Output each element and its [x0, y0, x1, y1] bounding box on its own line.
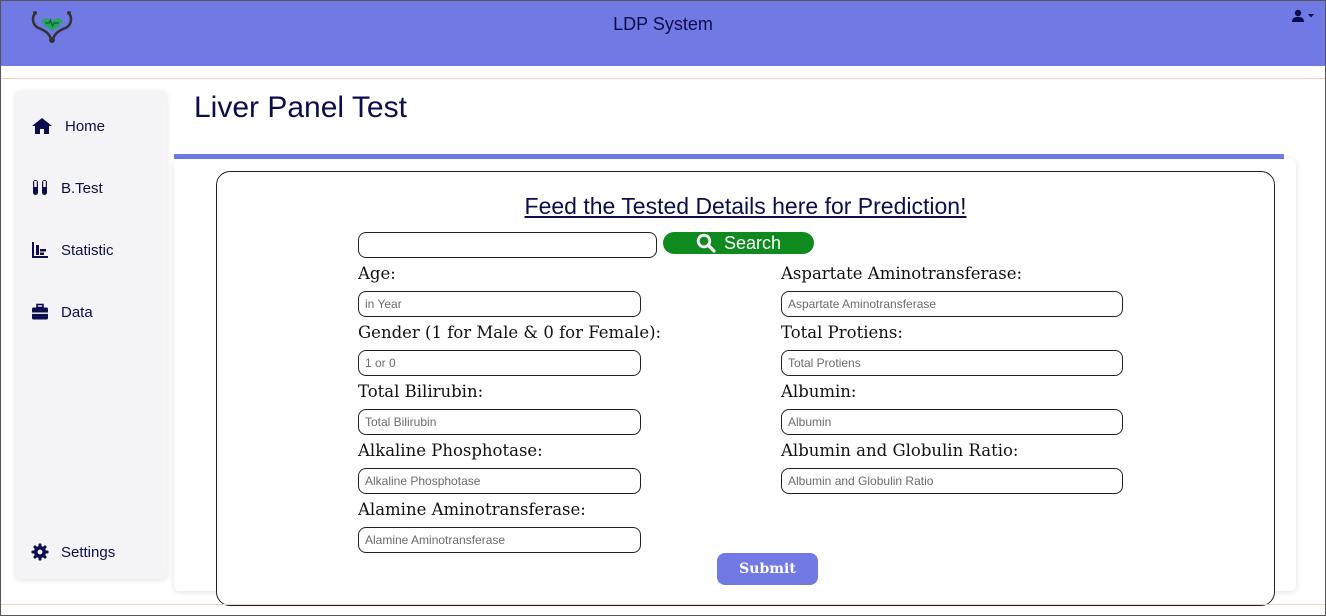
- page-title: Liver Panel Test: [194, 91, 407, 124]
- sidebar-item-btest[interactable]: B.Test: [31, 179, 103, 197]
- alkaline-phosphotase-field[interactable]: [358, 468, 641, 494]
- alamine-aminotransferase-field[interactable]: [358, 527, 641, 553]
- search-button[interactable]: Search: [663, 232, 814, 254]
- user-menu-dropdown[interactable]: [1291, 9, 1315, 23]
- alkaline-phosphotase-label: Alkaline Phosphotase:: [358, 441, 543, 460]
- sidebar-item-settings[interactable]: Settings: [31, 543, 115, 561]
- albumin-globulin-ratio-label: Albumin and Globulin Ratio:: [781, 441, 1019, 460]
- albumin-globulin-ratio-field[interactable]: [781, 468, 1123, 494]
- briefcase-icon: [32, 303, 48, 320]
- age-field[interactable]: [358, 291, 641, 317]
- gender-label: Gender (1 for Male & 0 for Female):: [358, 323, 662, 342]
- home-icon: [32, 118, 52, 134]
- sidebar-item-home[interactable]: Home: [31, 117, 105, 135]
- caret-down-icon: [1308, 14, 1314, 18]
- gender-field[interactable]: [358, 350, 641, 376]
- search-input[interactable]: [358, 232, 657, 258]
- alamine-aminotransferase-label: Alamine Aminotransferase:: [358, 500, 586, 519]
- gear-icon: [31, 543, 49, 561]
- search-icon: [696, 233, 716, 253]
- sidebar-item-label: Data: [61, 303, 93, 321]
- total-protiens-field[interactable]: [781, 350, 1123, 376]
- divider-line: [1, 604, 1325, 605]
- test-tubes-icon: [33, 180, 47, 195]
- search-button-label: Search: [723, 232, 782, 253]
- albumin-field[interactable]: [781, 409, 1123, 435]
- sidebar-item-label: Statistic: [61, 241, 114, 259]
- form-heading[interactable]: Feed the Tested Details here for Predict…: [217, 193, 1274, 220]
- sidebar: Home B.Test Statistic Data Settings: [15, 91, 167, 579]
- top-navbar: LDP System: [1, 1, 1325, 66]
- total-protiens-label: Total Protiens:: [781, 323, 903, 342]
- sidebar-item-data[interactable]: Data: [31, 303, 93, 321]
- prediction-form: Feed the Tested Details here for Predict…: [216, 171, 1275, 606]
- bar-chart-icon: [32, 242, 48, 258]
- albumin-label: Albumin:: [781, 382, 857, 401]
- divider-line: [1, 78, 1325, 79]
- aspartate-aminotransferase-field[interactable]: [781, 291, 1123, 317]
- submit-button[interactable]: Submit: [717, 553, 818, 585]
- total-bilirubin-label: Total Bilirubin:: [358, 382, 484, 401]
- age-label: Age:: [358, 264, 396, 283]
- sidebar-item-statistic[interactable]: Statistic: [31, 241, 114, 259]
- sidebar-item-label: Home: [65, 117, 106, 135]
- app-title: LDP System: [613, 14, 713, 34]
- sidebar-item-label: B.Test: [61, 179, 103, 197]
- sidebar-item-label: Settings: [61, 543, 116, 561]
- total-bilirubin-field[interactable]: [358, 409, 641, 435]
- user-icon: [1292, 9, 1304, 22]
- aspartate-aminotransferase-label: Aspartate Aminotransferase:: [781, 264, 1023, 283]
